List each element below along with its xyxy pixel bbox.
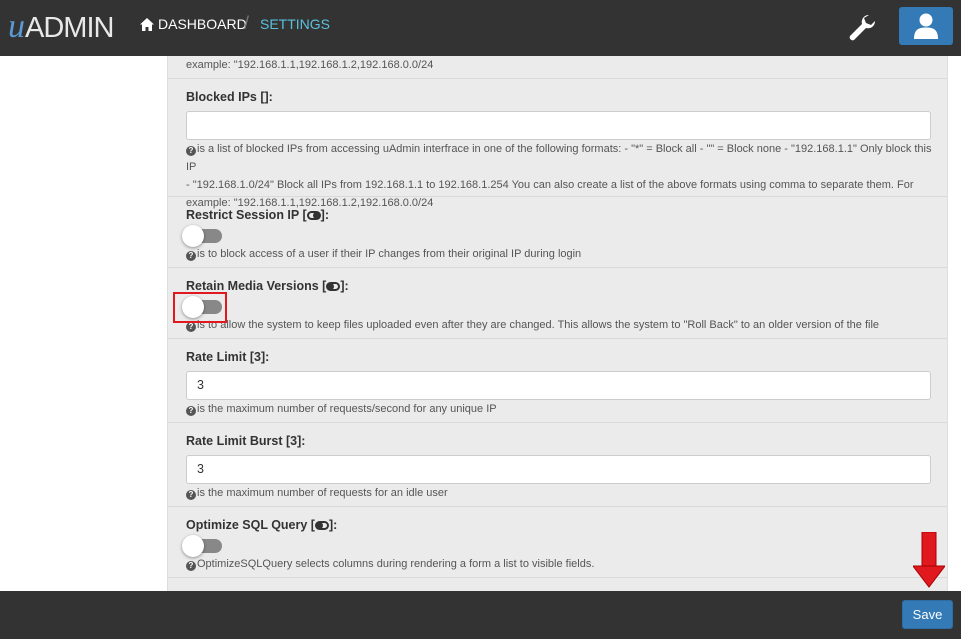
restrict-session-ip-toggle[interactable] <box>182 225 222 247</box>
help-text-previous: example: "192.168.1.1,192.168.1.2,192.16… <box>186 59 434 71</box>
save-button[interactable]: Save <box>902 600 953 629</box>
field-rate-limit-burst: Rate Limit Burst [3]: 3 ? is the maximum … <box>168 422 947 506</box>
help-icon: ? <box>186 322 196 332</box>
help-icon: ? <box>186 251 196 261</box>
rate-limit-input[interactable]: 3 <box>186 371 931 400</box>
field-optimize-sql-query: Optimize SQL Query []: ? OptimizeSQLQuery… <box>168 506 947 577</box>
blocked-ips-label: Blocked IPs []: <box>186 90 273 104</box>
field-blocked-ips: Blocked IPs []: ? is a list of blocked IP… <box>168 78 947 209</box>
home-icon <box>140 17 154 31</box>
user-icon <box>914 13 938 39</box>
rate-limit-label: Rate Limit [3]: <box>186 350 270 364</box>
settings-wrench-button[interactable] <box>847 12 877 42</box>
toggle-icon <box>314 521 329 530</box>
rate-limit-burst-input[interactable]: 3 <box>186 455 931 484</box>
retain-media-versions-help: ? is to allow the system to keep files up… <box>186 316 936 334</box>
settings-form: example: "192.168.1.1,192.168.1.2,192.16… <box>167 56 948 591</box>
rate-limit-burst-label: Rate Limit Burst [3]: <box>186 434 306 448</box>
optimize-sql-query-toggle[interactable] <box>182 535 222 557</box>
blocked-ips-input[interactable] <box>186 111 931 140</box>
toggle-icon <box>306 211 321 220</box>
retain-media-versions-label: Retain Media Versions []: <box>186 279 349 293</box>
help-icon: ? <box>186 490 196 500</box>
field-restrict-session-ip: Restrict Session IP []: ? is to block acc… <box>168 196 947 267</box>
nav-dashboard-link[interactable]: DASHBOARD <box>140 16 247 32</box>
nav-dashboard-label: DASHBOARD <box>158 16 247 32</box>
logo-u: u <box>8 8 25 45</box>
help-icon: ? <box>186 146 196 156</box>
nav-settings-link[interactable]: SETTINGS <box>260 16 330 32</box>
optimize-sql-query-label: Optimize SQL Query []: <box>186 518 338 532</box>
toggle-icon <box>326 282 341 291</box>
wrench-icon <box>849 14 876 41</box>
app-logo[interactable]: uADMIN <box>8 8 114 46</box>
breadcrumb-separator: / <box>244 13 250 33</box>
rate-limit-help: ? is the maximum number of requests/secon… <box>186 400 936 418</box>
user-menu-button[interactable] <box>899 7 953 45</box>
field-rate-limit: Rate Limit [3]: 3 ? is the maximum number… <box>168 338 947 422</box>
field-retain-media-versions: Retain Media Versions []: ? is to allow t… <box>168 267 947 338</box>
help-icon: ? <box>186 406 196 416</box>
rate-limit-burst-help: ? is the maximum number of requests for a… <box>186 484 936 502</box>
logo-admin: ADMIN <box>25 12 114 44</box>
optimize-sql-query-help: ? OptimizeSQLQuery selects columns during… <box>186 555 936 573</box>
highlight-box <box>173 292 227 323</box>
bottom-action-bar <box>0 591 961 639</box>
field-next-partial <box>168 577 947 591</box>
red-arrow-annotation <box>913 532 945 588</box>
help-icon: ? <box>186 561 196 571</box>
restrict-session-ip-label: Restrict Session IP []: <box>186 208 329 222</box>
top-navbar: uADMIN DASHBOARD / SETTINGS <box>0 0 961 56</box>
restrict-session-ip-help: ? is to block access of a user if their I… <box>186 245 936 263</box>
